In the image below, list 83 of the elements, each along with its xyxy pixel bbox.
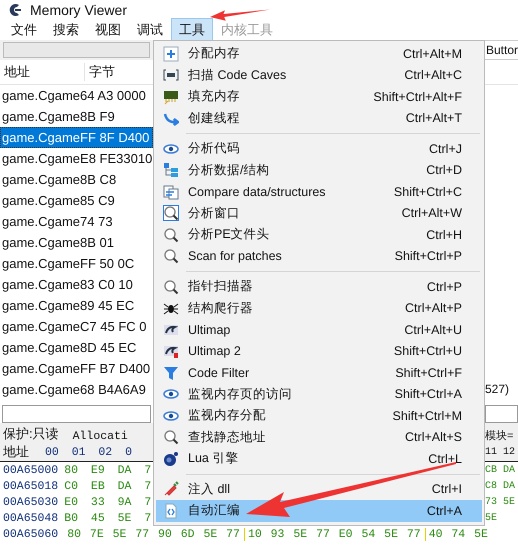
hex-address: 00A65060 bbox=[3, 528, 58, 540]
disassembly-row[interactable]: game.CgameFF 8F D400 bbox=[0, 127, 153, 148]
plus-icon bbox=[163, 46, 179, 62]
disassembly-row[interactable]: game.CgameFF B7 D400 bbox=[0, 358, 153, 379]
menu-item[interactable]: 分析数据/结构 Ctrl+D bbox=[156, 160, 482, 181]
hex-bytes: CB DA bbox=[485, 464, 516, 476]
disassembly-row[interactable]: game.Cgame8B C8 bbox=[0, 169, 153, 190]
menu-bar-item[interactable]: 调试 bbox=[129, 18, 171, 42]
input-field[interactable] bbox=[485, 405, 518, 423]
column-header[interactable]: 字节 bbox=[85, 63, 115, 81]
disassembly-row[interactable]: game.Cgame8B 01 bbox=[0, 232, 153, 253]
menu-item[interactable]: 监视内存分配 Shift+Ctrl+M bbox=[156, 405, 482, 426]
disassembly-row[interactable]: game.Cgame74 73 bbox=[0, 211, 153, 232]
menu-item[interactable]: Ultimap Ctrl+Alt+U bbox=[156, 319, 482, 340]
menu-item[interactable]: Scan for patches Shift+Ctrl+P bbox=[156, 246, 482, 267]
magnifier-icon bbox=[163, 278, 179, 295]
menu-item[interactable]: 指针扫描器 Ctrl+P bbox=[156, 276, 482, 298]
hex-bytes: 40 74 5E bbox=[424, 528, 492, 540]
menu-item[interactable]: Code Filter Shift+Ctrl+F bbox=[156, 362, 482, 384]
disassembly-row[interactable]: game.CgameE8 FE33010 bbox=[0, 148, 153, 169]
menu-item[interactable]: Lua 引擎 Ctrl+L bbox=[156, 448, 482, 470]
compare-icon bbox=[163, 184, 179, 200]
menu-item[interactable]: 监视内存页的访问 Shift+Ctrl+A bbox=[156, 384, 482, 405]
magnifier-icon bbox=[163, 226, 179, 243]
disassembly-row[interactable]: game.CgameC7 45 FC 0 bbox=[0, 316, 153, 337]
hex-bytes: E0 33 9A 7 bbox=[64, 496, 152, 508]
hex-bytes: 5E bbox=[485, 512, 498, 524]
menu-item[interactable]: 分析代码 Ctrl+J bbox=[156, 138, 482, 160]
menu-item[interactable]: 填充内存 Shift+Ctrl+Alt+F bbox=[156, 86, 482, 108]
disassembly-row[interactable]: game.Cgame8D 45 EC bbox=[0, 337, 153, 358]
bytes-header: 11 12 bbox=[485, 446, 516, 458]
hex-bytes: 80 7E 5E 77 90 6D 5E 77 bbox=[66, 528, 241, 540]
hex-address: 00A65048 bbox=[3, 512, 58, 524]
disassembly-row[interactable]: game.CgameFF 50 0C bbox=[0, 253, 153, 274]
code-file-icon bbox=[163, 502, 179, 519]
menu-bar-item[interactable]: 文件 bbox=[3, 18, 45, 42]
hex-bytes: 73 5E bbox=[485, 496, 516, 508]
hex-bytes: 80 E9 DA 7 bbox=[64, 464, 152, 476]
menu-item[interactable]: 分析PE文件头 Ctrl+H bbox=[156, 224, 482, 246]
magnifier-icon bbox=[163, 248, 179, 264]
menu-item[interactable]: 查找静态地址 Ctrl+Alt+S bbox=[156, 426, 482, 448]
menu-item[interactable]: 结构爬行器 Ctrl+Alt+P bbox=[156, 298, 482, 319]
disassembly-row[interactable]: game.Cgame85 C9 bbox=[0, 190, 153, 211]
hex-address: 00A65018 bbox=[3, 480, 58, 492]
column-header[interactable]: 地址 bbox=[0, 63, 85, 81]
address-header: 地址 bbox=[3, 443, 29, 461]
menu-bar-item[interactable]: 搜索 bbox=[45, 18, 87, 42]
disassembly-row[interactable]: game.Cgame89 45 EC bbox=[0, 295, 153, 316]
row-text: 527) bbox=[485, 382, 510, 396]
hex-bytes: C8 DA bbox=[485, 480, 516, 492]
magnifier-icon bbox=[163, 205, 179, 222]
disassembly-row[interactable]: game.Cgame83 C0 10 bbox=[0, 274, 153, 295]
module-label: 模块= bbox=[485, 429, 514, 443]
menu-bar-item[interactable]: 视图 bbox=[87, 18, 129, 42]
hex-bytes: B0 45 5E 7 bbox=[64, 512, 152, 524]
menu-item[interactable]: 分析窗口 Ctrl+Alt+W bbox=[156, 202, 482, 224]
menu-item[interactable]: 创建线程 Ctrl+Alt+T bbox=[156, 108, 482, 129]
allocation-label: Allocati bbox=[72, 430, 128, 443]
menu-item[interactable]: 分配内存 Ctrl+Alt+M bbox=[156, 43, 482, 64]
bytes-header: 00 01 02 0 bbox=[45, 446, 132, 458]
hex-address: 00A65000 bbox=[3, 464, 58, 476]
hex-address: 00A65030 bbox=[3, 496, 58, 508]
memory-chip-icon bbox=[163, 88, 179, 105]
disassembly-row[interactable]: game.Cgame64 A3 0000 bbox=[0, 85, 153, 106]
menu-item[interactable]: Compare data/structures Shift+Ctrl+C bbox=[156, 181, 482, 202]
syringe-icon bbox=[163, 481, 179, 498]
input-field[interactable] bbox=[2, 405, 151, 423]
disassembly-row[interactable]: game.Cgame68 B4A6A9 bbox=[0, 379, 153, 400]
address-field[interactable] bbox=[3, 42, 150, 58]
menu-item[interactable]: 扫描 Code Caves Ctrl+Alt+C bbox=[156, 64, 482, 86]
magnifier-icon bbox=[163, 429, 179, 446]
menu-bar-item[interactable]: 工具 bbox=[171, 18, 213, 42]
null-icon bbox=[163, 67, 179, 84]
hex-bytes: C0 EB DA 7 bbox=[64, 480, 152, 492]
tree-icon bbox=[163, 162, 179, 178]
funnel-icon bbox=[163, 364, 179, 381]
menu-item[interactable]: 自动汇编 Ctrl+A bbox=[156, 500, 482, 522]
protection-label: 保护:只读 bbox=[3, 425, 59, 443]
menu-item[interactable]: Ultimap 2 Shift+Ctrl+U bbox=[156, 340, 482, 362]
menu-item[interactable]: 注入 dll Ctrl+I bbox=[156, 478, 482, 500]
window-title: Memory Viewer bbox=[30, 2, 127, 18]
disassembly-row[interactable]: game.Cgame8B F9 bbox=[0, 106, 153, 127]
hex-bytes: 10 93 5E 77 E0 54 5E 77 bbox=[244, 528, 425, 540]
